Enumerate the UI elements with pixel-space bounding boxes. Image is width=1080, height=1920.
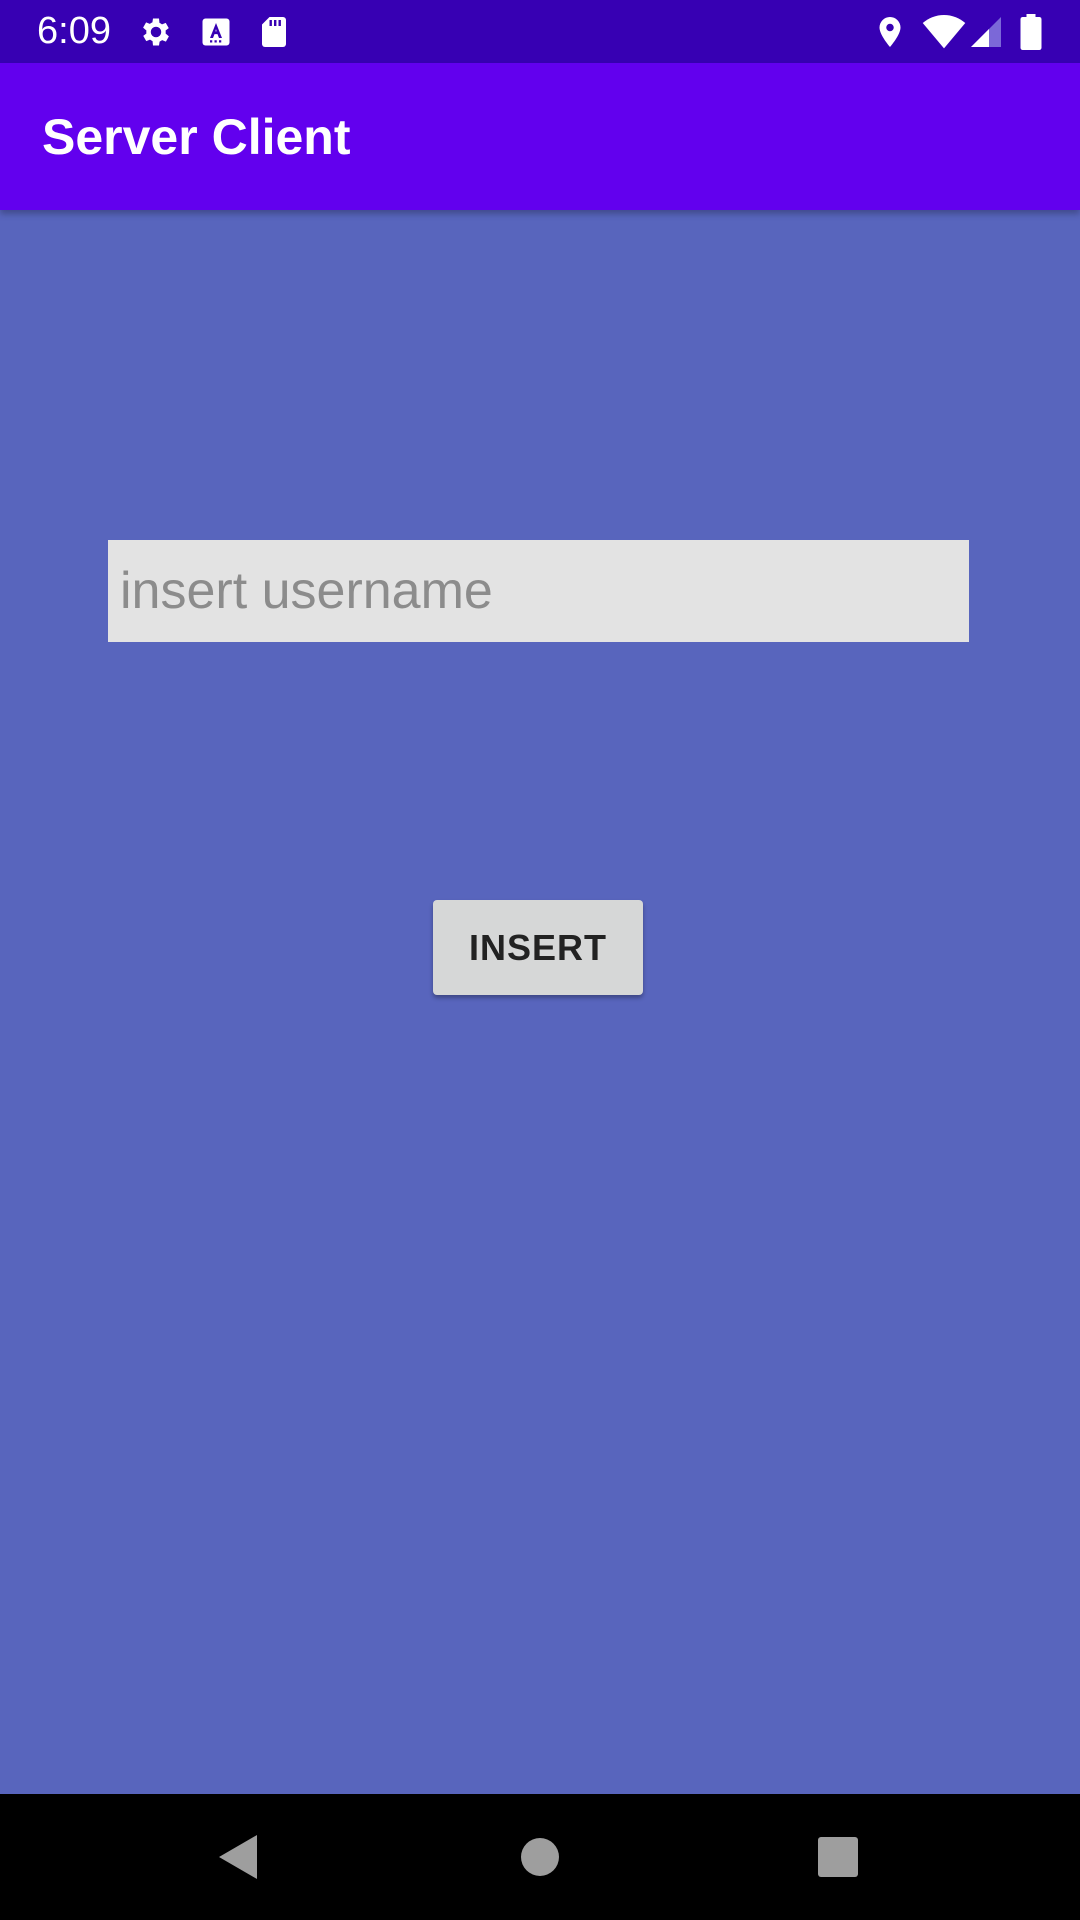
app-title: Server Client	[42, 109, 351, 165]
back-icon[interactable]	[209, 1827, 269, 1887]
gear-icon	[138, 14, 174, 50]
app-bar: Server Client	[0, 63, 1080, 210]
signal-icon	[968, 14, 1004, 50]
screen: 6:09 Server Client INSERT	[0, 0, 1080, 1920]
battery-icon	[1018, 14, 1044, 50]
nav-bar	[0, 1794, 1080, 1920]
status-time: 6:09	[37, 10, 111, 52]
username-input[interactable]	[108, 540, 969, 642]
recents-icon[interactable]	[808, 1827, 868, 1887]
home-icon[interactable]	[510, 1827, 570, 1887]
sd-card-icon	[256, 14, 292, 50]
wifi-icon	[922, 14, 966, 50]
location-icon	[872, 14, 908, 50]
font-a-icon	[198, 14, 234, 50]
status-bar: 6:09	[0, 0, 1080, 63]
insert-button[interactable]: INSERT	[433, 900, 643, 995]
